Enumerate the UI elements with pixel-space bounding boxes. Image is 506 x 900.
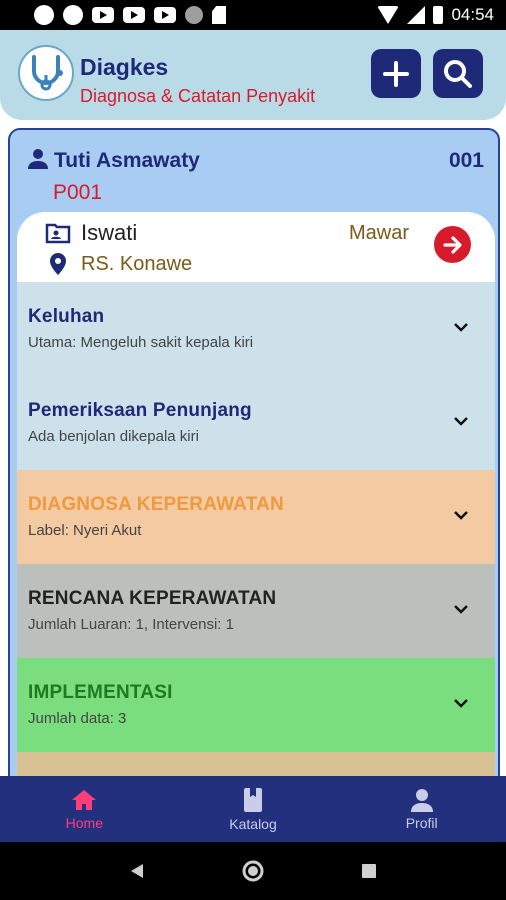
hospital-row: RS. Konawe xyxy=(49,252,192,276)
location-pin-icon xyxy=(50,253,66,275)
patient-card: Tuti Asmawaty 001 P001 Iswati Mawar RS. … xyxy=(8,128,500,788)
system-navigation xyxy=(0,842,506,900)
youtube-icon xyxy=(92,7,114,23)
bottom-navigation: Home Katalog Profil xyxy=(0,776,506,842)
chevron-down-icon[interactable] xyxy=(453,604,469,614)
section-title: RENCANA KEPERAWATAN xyxy=(28,588,277,609)
section-rencana-keperawatan[interactable]: RENCANA KEPERAWATAN Jumlah Luaran: 1, In… xyxy=(17,564,495,658)
patient-number: 001 xyxy=(448,149,484,172)
battery-icon xyxy=(433,6,444,24)
person-icon xyxy=(410,788,433,812)
signal-icon xyxy=(407,6,426,24)
app-subtitle: Diagnosa & Catatan Penyakit xyxy=(80,86,316,106)
chevron-down-icon[interactable] xyxy=(453,698,469,708)
nurse-row: Iswati xyxy=(45,220,137,246)
patient-name: Tuti Asmawaty xyxy=(54,149,200,172)
nav-label: Profil xyxy=(405,814,438,831)
app-title: Diagkes xyxy=(80,54,169,80)
section-implementasi[interactable]: IMPLEMENTASI Jumlah data: 3 xyxy=(17,658,495,752)
wifi-icon xyxy=(377,6,400,24)
chevron-down-icon[interactable] xyxy=(453,322,469,332)
chevron-down-icon[interactable] xyxy=(453,510,469,520)
hospital-name: RS. Konawe xyxy=(81,252,193,275)
section-title: IMPLEMENTASI xyxy=(28,682,173,703)
status-time: 04:54 xyxy=(451,5,494,24)
section-keluhan[interactable]: Keluhan Utama: Mengeluh sakit kepala kir… xyxy=(17,282,495,376)
nurse-name: Iswati xyxy=(81,220,138,245)
section-title: Pemeriksaan Penunjang xyxy=(28,400,252,421)
room-name: Mawar xyxy=(349,222,410,244)
section-pemeriksaan-penunjang[interactable]: Pemeriksaan Penunjang Ada benjolan dikep… xyxy=(17,376,495,470)
back-icon[interactable] xyxy=(128,862,146,880)
section-diagnosa-keperawatan[interactable]: DIAGNOSA KEPERAWATAN Label: Nyeri Akut xyxy=(17,470,495,564)
section-subtitle: Ada benjolan dikepala kiri xyxy=(28,428,199,445)
section-subtitle: Label: Nyeri Akut xyxy=(28,522,142,539)
search-button[interactable] xyxy=(433,49,483,98)
patient-code: P001 xyxy=(53,181,103,204)
nav-label: Katalog xyxy=(229,815,277,832)
sd-card-icon xyxy=(212,6,226,24)
recents-icon[interactable] xyxy=(360,862,378,880)
home-circle-icon[interactable] xyxy=(241,859,265,883)
youtube-icon xyxy=(123,7,145,23)
nav-home[interactable]: Home xyxy=(0,776,169,842)
nav-profil[interactable]: Profil xyxy=(337,776,506,842)
notification-icon xyxy=(34,5,54,25)
section-subtitle: Utama: Mengeluh sakit kepala kiri xyxy=(28,334,254,351)
section-subtitle: Jumlah data: 3 xyxy=(28,710,127,727)
chevron-down-icon[interactable] xyxy=(453,416,469,426)
add-button[interactable] xyxy=(371,49,421,98)
app-logo-icon xyxy=(18,45,74,101)
plus-icon xyxy=(383,60,409,87)
person-icon xyxy=(28,149,48,169)
open-patient-button[interactable] xyxy=(434,226,471,263)
section-list: Keluhan Utama: Mengeluh sakit kepala kir… xyxy=(17,282,495,786)
book-icon xyxy=(244,787,262,812)
search-icon xyxy=(444,59,472,88)
folder-person-icon xyxy=(45,223,71,244)
status-bar: 04:54 xyxy=(0,0,506,30)
notification-icon xyxy=(63,5,83,25)
notification-icon xyxy=(185,6,203,24)
app-header: Diagkes Diagnosa & Catatan Penyakit xyxy=(0,30,506,120)
nav-katalog[interactable]: Katalog xyxy=(169,776,338,842)
section-title: Keluhan xyxy=(28,306,105,327)
home-icon xyxy=(72,789,97,810)
patient-detail-panel: Iswati Mawar RS. Konawe Keluhan Utama: M… xyxy=(17,212,495,786)
youtube-icon xyxy=(154,7,176,23)
section-title: DIAGNOSA KEPERAWATAN xyxy=(28,494,284,515)
arrow-right-icon xyxy=(442,235,462,254)
nav-label: Home xyxy=(65,814,104,831)
section-subtitle: Jumlah Luaran: 1, Intervensi: 1 xyxy=(28,616,234,633)
